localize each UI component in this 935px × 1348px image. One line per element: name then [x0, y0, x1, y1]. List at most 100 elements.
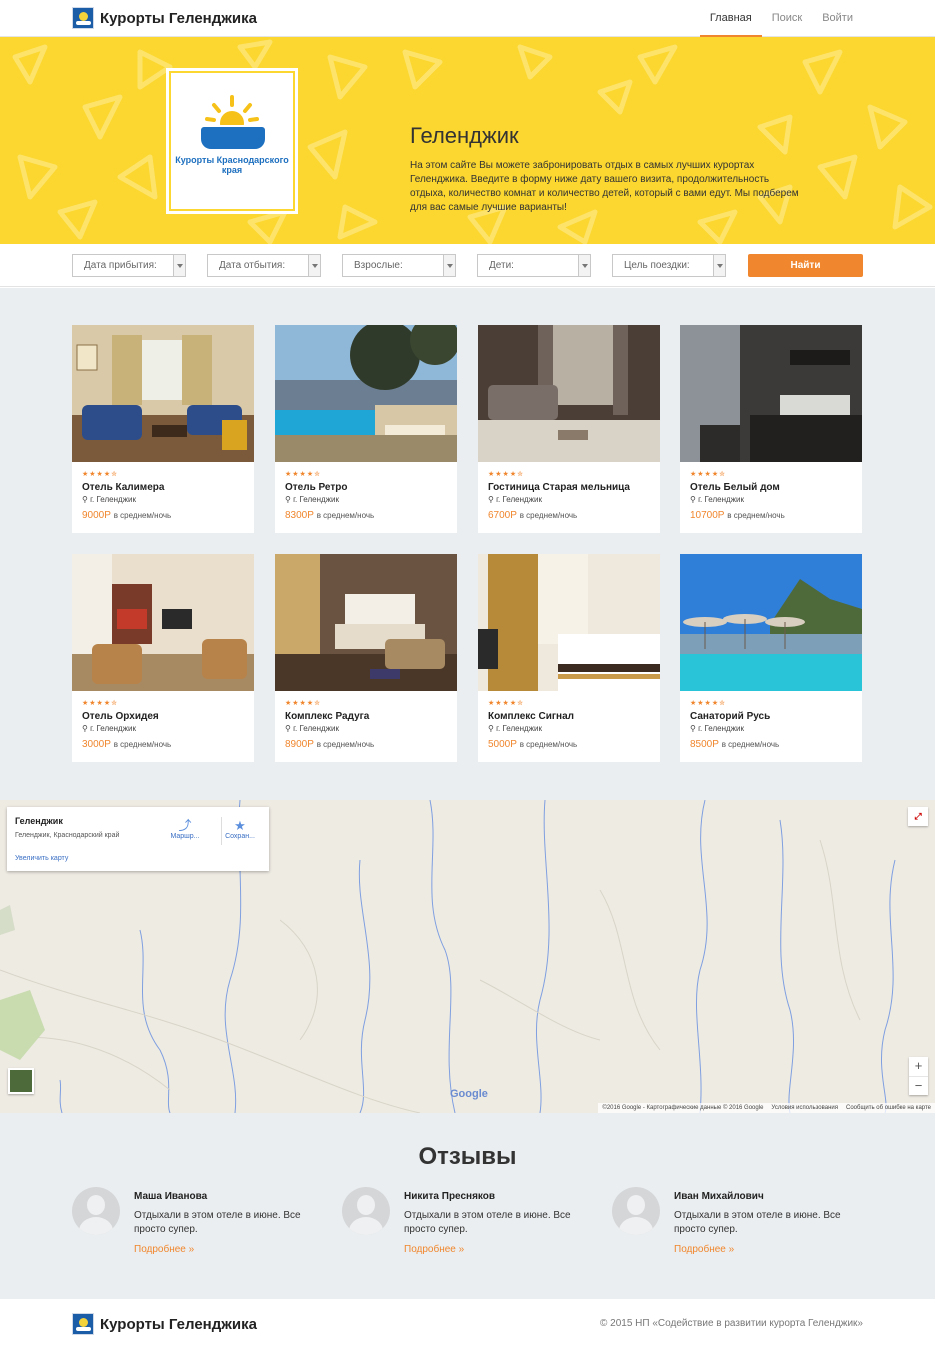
price-amount: 9000Р: [82, 510, 111, 521]
map-pin-icon: ⚲: [285, 495, 294, 504]
footer-brand[interactable]: Курорты Геленджика: [72, 1311, 257, 1337]
find-button[interactable]: Найти: [748, 254, 863, 277]
reviews-title: Отзывы: [418, 1143, 517, 1170]
hotel-name[interactable]: Отель Калимера: [82, 482, 164, 493]
hotel-location: ⚲ г. Геленджик: [690, 724, 744, 733]
chevron-down-icon: [443, 255, 455, 276]
nav-home[interactable]: Главная: [699, 0, 762, 37]
hotel-name[interactable]: Комплекс Сигнал: [488, 711, 574, 722]
map-pin-icon: ⚲: [82, 724, 91, 733]
hotel-card[interactable]: ★★★★✮ Гостиница Старая мельница ⚲ г. Гел…: [478, 325, 660, 533]
hotel-location-text: г. Геленджик: [698, 495, 744, 504]
read-more-link[interactable]: Подробнее »: [134, 1244, 194, 1255]
departure-date-select[interactable]: Дата отбытия:: [207, 254, 321, 277]
hotel-name[interactable]: Комплекс Радуга: [285, 711, 369, 722]
hotel-location-text: г. Геленджик: [90, 495, 136, 504]
children-label: Дети:: [489, 260, 514, 271]
nav-login[interactable]: Войти: [812, 0, 863, 37]
chevron-down-icon: [173, 255, 185, 276]
hotel-location: ⚲ г. Геленджик: [690, 495, 744, 504]
avatar: [342, 1187, 390, 1235]
map-pin-icon: ⚲: [690, 724, 699, 733]
hotel-location-text: г. Геленджик: [90, 724, 136, 733]
review-text: Отдыхали в этом отеле в июне. Все просто…: [674, 1210, 841, 1235]
save-place-button[interactable]: ★ Сохран...: [220, 819, 260, 841]
hotel-location-text: г. Геленджик: [293, 495, 339, 504]
zoom-in-button[interactable]: +: [909, 1057, 928, 1076]
map-zoom-control: + −: [909, 1057, 928, 1095]
read-more-link[interactable]: Подробнее »: [674, 1244, 734, 1255]
map-place-card: Геленджик Геленджик, Краснодарский край …: [7, 807, 269, 871]
hotel-name[interactable]: Отель Белый дом: [690, 482, 780, 493]
hotel-name[interactable]: Отель Орхидея: [82, 711, 159, 722]
map-report-link[interactable]: Сообщить об ошибке на карте: [842, 1103, 935, 1113]
hotel-card[interactable]: ★★★★✮ Отель Ретро ⚲ г. Геленджик 8300Р в…: [275, 315, 460, 533]
hotel-card[interactable]: ★★★★✮ Отель Калимера ⚲ г. Геленджик 9000…: [72, 325, 254, 533]
hotel-location-text: г. Геленджик: [496, 495, 542, 504]
review-item: Иван Михайлович Отдыхали в этом отеле в …: [612, 1187, 872, 1277]
location-map[interactable]: Геленджик Геленджик, Краснодарский край …: [0, 800, 935, 1113]
hotel-card[interactable]: ★★★★✮ Комплекс Радуга ⚲ г. Геленджик 890…: [275, 554, 457, 762]
price-period: в среднем/ночь: [727, 511, 785, 520]
adults-select[interactable]: Взрослые:: [342, 254, 456, 277]
hotel-photo[interactable]: [680, 325, 862, 462]
map-copyright: ©2016 Google - Картографические данные ©…: [602, 1105, 764, 1111]
reviews-section: Отзывы Маша Иванова Отдыхали в этом отел…: [0, 1113, 935, 1299]
avatar: [72, 1187, 120, 1235]
sun-icon: [205, 95, 259, 125]
hotel-name[interactable]: Отель Ретро: [285, 482, 347, 493]
rating-stars: ★★★★✮: [488, 700, 524, 707]
price-period: в среднем/ночь: [519, 740, 578, 749]
hotel-card[interactable]: ★★★★✮ Комплекс Сигнал ⚲ г. Геленджик 500…: [478, 554, 660, 762]
adults-label: Взрослые:: [354, 260, 403, 271]
fullscreen-map-icon[interactable]: ⤢: [908, 807, 928, 826]
map-pin-icon: ⚲: [82, 495, 91, 504]
rating-stars: ★★★★✮: [488, 471, 524, 478]
trip-purpose-select[interactable]: Цель поездки:: [612, 254, 726, 277]
avatar: [612, 1187, 660, 1235]
price-period: в среднем/ночь: [113, 511, 172, 520]
hotel-price: 5000Р в среднем/ночь: [488, 739, 577, 750]
hotel-photo[interactable]: [72, 325, 254, 462]
rating-stars: ★★★★✮: [285, 471, 321, 478]
read-more-link[interactable]: Подробнее »: [404, 1244, 464, 1255]
reviewer-name: Никита Пресняков: [404, 1191, 496, 1202]
directions-button[interactable]: ⤴ Маршр...: [165, 819, 205, 841]
price-amount: 3000Р: [82, 739, 111, 750]
map-attribution: ©2016 Google - Картографические данные ©…: [598, 1103, 935, 1113]
nav-search[interactable]: Поиск: [762, 0, 812, 37]
children-select[interactable]: Дети:: [477, 254, 591, 277]
hotel-photo[interactable]: [72, 554, 254, 691]
map-terms-link[interactable]: Условия использования: [767, 1103, 842, 1113]
hotel-card[interactable]: ★★★★✮ Отель Белый дом ⚲ г. Геленджик 107…: [680, 325, 862, 533]
hotel-card[interactable]: ★★★★✮ Санаторий Русь ⚲ г. Геленджик 8500…: [680, 554, 862, 762]
zoom-out-button[interactable]: −: [909, 1076, 928, 1095]
hotel-photo[interactable]: [275, 554, 457, 691]
search-form: Дата прибытия: Дата отбытия: Взрослые: Д…: [0, 244, 935, 287]
brand-name: Курорты Геленджика: [100, 9, 257, 27]
price-period: в среднем/ночь: [316, 511, 375, 520]
hotel-photo[interactable]: [478, 325, 660, 462]
hotel-name[interactable]: Гостиница Старая мельница: [488, 482, 630, 493]
hotel-photo[interactable]: [275, 315, 460, 462]
hotel-location: ⚲ г. Геленджик: [285, 724, 339, 733]
hotel-name[interactable]: Санаторий Русь: [690, 711, 770, 722]
hero-banner: Курорты Краснодарского края Геленджик На…: [0, 37, 935, 244]
sea-wave-icon: [201, 127, 265, 149]
hotel-location: ⚲ г. Геленджик: [82, 724, 136, 733]
hotel-photo[interactable]: [680, 554, 862, 691]
arrival-date-select[interactable]: Дата прибытия:: [72, 254, 186, 277]
main-nav: Главная Поиск Войти: [699, 0, 863, 37]
header-brand[interactable]: Курорты Геленджика: [72, 5, 257, 31]
hotel-card[interactable]: ★★★★✮ Отель Орхидея ⚲ г. Геленджик 3000Р…: [72, 554, 254, 762]
price-amount: 5000Р: [488, 739, 517, 750]
enlarge-map-link[interactable]: Увеличить карту: [15, 855, 68, 862]
brand-logo-icon: [72, 7, 94, 29]
price-period: в среднем/ночь: [519, 511, 578, 520]
hotel-photo[interactable]: [478, 554, 660, 691]
satellite-toggle[interactable]: [8, 1068, 34, 1094]
arrival-date-label: Дата прибытия:: [84, 260, 157, 271]
hotels-section: ★★★★✮ Отель Калимера ⚲ г. Геленджик 9000…: [0, 288, 935, 800]
chevron-down-icon: [713, 255, 725, 276]
site-header: Курорты Геленджика Главная Поиск Войти: [0, 0, 935, 37]
